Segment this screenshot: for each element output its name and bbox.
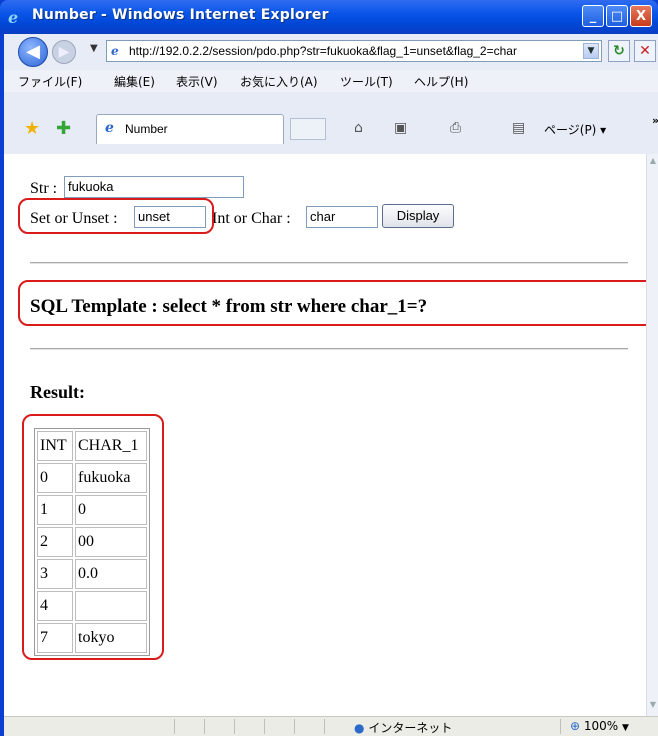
ie-logo-icon: e — [8, 8, 19, 27]
print-icon[interactable]: ⎙ — [450, 120, 461, 136]
scroll-down-icon[interactable]: ▼ — [648, 700, 658, 714]
refresh-button[interactable]: ↻ — [608, 40, 630, 62]
page-content: Str : fukuoka Set or Unset : unset Int o… — [4, 154, 646, 716]
page-menu-icon[interactable]: ▤ — [512, 120, 525, 136]
zoom-control[interactable]: ⊕ 100% ▼ — [570, 719, 629, 733]
zoom-icon: ⊕ — [570, 719, 581, 733]
window-title: Number - Windows Internet Explorer — [32, 7, 329, 23]
favorites-star-icon[interactable]: ★ — [24, 118, 40, 139]
title-bar: e Number - Windows Internet Explorer _ □… — [0, 0, 658, 34]
forward-button[interactable]: ▶ — [52, 40, 76, 64]
zone-label: インターネット — [368, 721, 453, 735]
menu-file[interactable]: ファイル(F) — [18, 73, 82, 90]
highlight-sql — [18, 280, 646, 326]
result-heading: Result: — [30, 382, 85, 402]
maximize-button[interactable]: □ — [606, 5, 628, 27]
type-label: Int or Char : — [212, 210, 291, 227]
page-menu[interactable]: ページ(P) ▾ — [544, 121, 606, 138]
address-bar: ◀ ▶ ▼ e http://192.0.2.2/session/pdo.php… — [0, 34, 658, 70]
str-input[interactable]: fukuoka — [64, 176, 244, 198]
menu-help[interactable]: ヘルプ(H) — [414, 73, 468, 90]
url-text: http://192.0.2.2/session/pdo.php?str=fuk… — [129, 44, 517, 58]
status-divider — [234, 719, 235, 734]
new-tab-button[interactable] — [290, 118, 326, 140]
divider-bottom — [30, 348, 628, 350]
more-chevron-icon[interactable]: » — [652, 114, 658, 127]
status-bar: ● インターネット ⊕ 100% ▼ — [4, 716, 658, 736]
status-divider — [204, 719, 205, 734]
home-icon[interactable]: ⌂ — [354, 120, 363, 136]
display-button[interactable]: Display — [382, 204, 454, 228]
menu-bar: ファイル(F) 編集(E) 表示(V) お気に入り(A) ツール(T) ヘルプ(… — [0, 70, 658, 92]
security-zone[interactable]: ● インターネット — [354, 719, 452, 736]
str-label: Str : — [30, 180, 58, 197]
add-favorite-icon[interactable]: ✚ — [56, 118, 71, 139]
vertical-scrollbar[interactable]: ▲ ▼ — [646, 154, 658, 716]
page-icon: e — [111, 44, 119, 58]
status-divider — [264, 719, 265, 734]
divider-top — [30, 262, 628, 264]
browser-window: e Number - Windows Internet Explorer _ □… — [0, 0, 658, 736]
zoom-dropdown-icon[interactable]: ▼ — [622, 723, 629, 733]
scroll-up-icon[interactable]: ▲ — [648, 156, 658, 170]
history-dropdown-icon[interactable]: ▼ — [90, 43, 98, 54]
type-input[interactable]: char — [306, 206, 378, 228]
menu-favorites[interactable]: お気に入り(A) — [240, 73, 318, 90]
back-button[interactable]: ◀ — [18, 37, 48, 67]
tab-ie-icon: e — [105, 120, 114, 136]
url-field[interactable]: e http://192.0.2.2/session/pdo.php?str=f… — [106, 40, 602, 62]
status-divider — [174, 719, 175, 734]
tab-bar: ★ ✚ e Number ⌂ ▣ ⎙ ▤ ページ(P) ▾ » — [0, 92, 658, 154]
minimize-button[interactable]: _ — [582, 5, 604, 27]
menu-view[interactable]: 表示(V) — [176, 73, 218, 90]
menu-tools[interactable]: ツール(T) — [340, 73, 393, 90]
feeds-icon[interactable]: ▣ — [394, 120, 407, 136]
status-divider — [560, 719, 561, 734]
tab-number[interactable]: e Number — [96, 114, 284, 144]
status-divider — [294, 719, 295, 734]
stop-button[interactable]: ✕ — [634, 40, 656, 62]
close-button[interactable]: X — [630, 5, 652, 27]
tab-label: Number — [125, 122, 168, 136]
zoom-level: 100% — [583, 719, 619, 733]
status-divider — [324, 719, 325, 734]
globe-icon: ● — [354, 721, 365, 735]
url-dropdown-icon[interactable]: ▼ — [583, 43, 599, 59]
highlight-flag — [18, 198, 214, 234]
highlight-result — [22, 414, 164, 660]
menu-edit[interactable]: 編集(E) — [114, 73, 155, 90]
